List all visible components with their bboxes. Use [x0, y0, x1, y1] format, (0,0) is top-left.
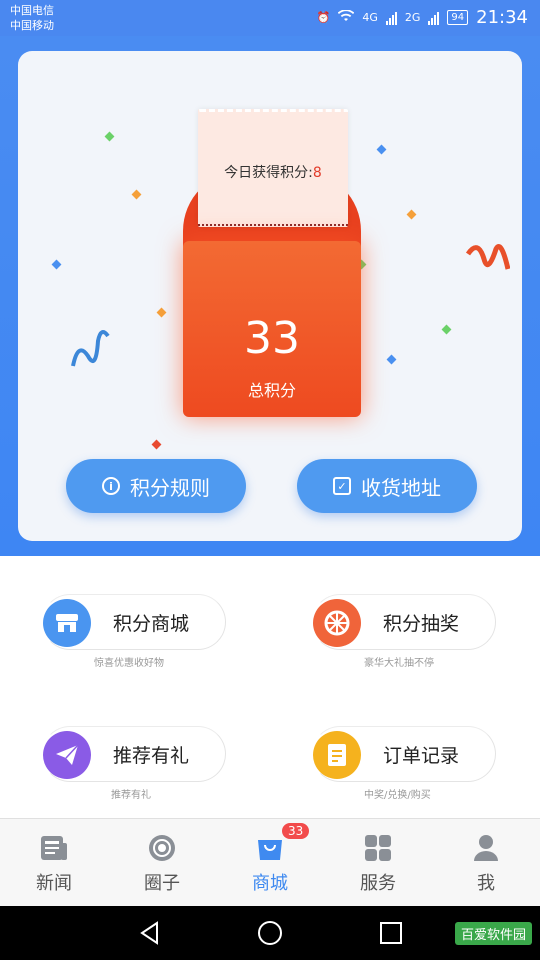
- total-points-label: 总积分: [247, 381, 296, 400]
- tab-me[interactable]: 我: [432, 819, 540, 907]
- tab-news[interactable]: 新闻: [0, 819, 108, 907]
- confetti-decoration: [441, 324, 452, 335]
- confetti-decoration: [51, 259, 62, 270]
- points-rules-label: 积分规则: [130, 475, 210, 500]
- tab-label: 新闻: [36, 873, 72, 894]
- signal-icon-2: [428, 11, 440, 25]
- points-header: 今日获得积分:8 33 总积分 i 积分规则 ✓ 收货地址: [0, 36, 540, 556]
- tab-services[interactable]: 服务: [324, 819, 432, 907]
- menu-item-points-lottery[interactable]: 积分抽奖: [312, 594, 496, 650]
- recents-icon[interactable]: [378, 920, 404, 946]
- menu-item-subtitle: 推荐有礼: [111, 790, 151, 801]
- paper-plane-icon: [43, 731, 91, 779]
- confetti-decoration: [156, 307, 167, 318]
- network-4g-label: 4G: [362, 11, 378, 24]
- menu-item-title: 积分商城: [113, 613, 190, 635]
- wheel-icon: [313, 599, 361, 647]
- system-nav-bar: 百爱软件园: [0, 906, 540, 960]
- confetti-decoration: [386, 354, 397, 365]
- carrier-info: 中国电信 中国移动: [10, 3, 54, 33]
- signal-icon: [385, 11, 397, 25]
- confetti-decoration: [131, 189, 142, 200]
- tab-shop[interactable]: 33 商城: [216, 819, 324, 907]
- watermark-logo: 百爱软件园: [454, 922, 532, 945]
- circle-icon: [147, 833, 177, 863]
- tab-label: 商城: [252, 873, 288, 894]
- status-icons: ⏰ 4G 2G 94 21:34: [317, 7, 528, 28]
- bottom-tab-bar: 新闻 圈子 33 商城 服务 我: [0, 818, 540, 906]
- menu-item-subtitle: 惊喜优惠收好物: [94, 658, 164, 669]
- menu-item-points-mall[interactable]: 积分商城: [42, 594, 226, 650]
- tab-label: 我: [477, 873, 495, 894]
- menu-item-title: 订单记录: [383, 745, 460, 767]
- confetti-decoration: [151, 439, 162, 450]
- home-icon[interactable]: [257, 920, 283, 946]
- confetti-decoration: [104, 131, 115, 142]
- carrier-2: 中国移动: [10, 19, 54, 32]
- status-bar: 中国电信 中国移动 ⏰ 4G 2G 94 21:34: [0, 0, 540, 36]
- menu-item-title: 推荐有礼: [113, 745, 190, 767]
- shipping-address-button[interactable]: ✓ 收货地址: [297, 459, 477, 513]
- confetti-decoration: [376, 144, 387, 155]
- menu-item-subtitle: 中奖/兑换/购买: [364, 790, 431, 801]
- menu-item-order-records[interactable]: 订单记录: [312, 726, 496, 782]
- back-icon[interactable]: [137, 920, 163, 946]
- points-rules-button[interactable]: i 积分规则: [66, 459, 246, 513]
- confetti-decoration: [406, 209, 417, 220]
- feature-menu: 积分商城 惊喜优惠收好物 积分抽奖 豪华大礼抽不停 推荐有礼 推荐有礼 订单记录…: [0, 556, 540, 818]
- store-icon: [43, 599, 91, 647]
- points-card: 今日获得积分:8 33 总积分 i 积分规则 ✓ 收货地址: [18, 51, 522, 541]
- tab-badge: 33: [282, 823, 310, 839]
- shop-bag-icon: [255, 833, 285, 863]
- menu-item-subtitle: 豪华大礼抽不停: [364, 658, 434, 669]
- alarm-icon: ⏰: [316, 11, 331, 24]
- daily-points-ticket: 今日获得积分:8: [198, 109, 348, 227]
- total-points-value: 33: [244, 313, 300, 364]
- menu-item-title: 积分抽奖: [383, 613, 460, 635]
- ticket-perforation: [198, 224, 348, 226]
- wifi-icon: [338, 9, 355, 25]
- shipping-address-label: 收货地址: [361, 475, 441, 500]
- battery-icon: 94: [447, 10, 469, 25]
- ribbon-decoration: [71, 330, 110, 367]
- grid-icon: [363, 833, 393, 863]
- person-icon: [471, 833, 501, 863]
- checkbox-icon: ✓: [333, 477, 351, 495]
- carrier-1: 中国电信: [10, 4, 54, 17]
- order-icon: [313, 731, 361, 779]
- tab-label: 圈子: [144, 873, 180, 894]
- tab-label: 服务: [360, 873, 396, 894]
- today-points-label: 今日获得积分:: [224, 165, 313, 181]
- tab-circle[interactable]: 圈子: [108, 819, 216, 907]
- news-icon: [39, 833, 69, 863]
- today-points: 今日获得积分:8: [198, 162, 348, 182]
- network-2g-label: 2G: [404, 11, 421, 24]
- menu-item-referral[interactable]: 推荐有礼: [42, 726, 226, 782]
- clock: 21:34: [476, 7, 528, 28]
- today-points-value: 8: [312, 165, 322, 181]
- info-icon: i: [102, 477, 120, 495]
- ribbon-decoration: [466, 244, 510, 270]
